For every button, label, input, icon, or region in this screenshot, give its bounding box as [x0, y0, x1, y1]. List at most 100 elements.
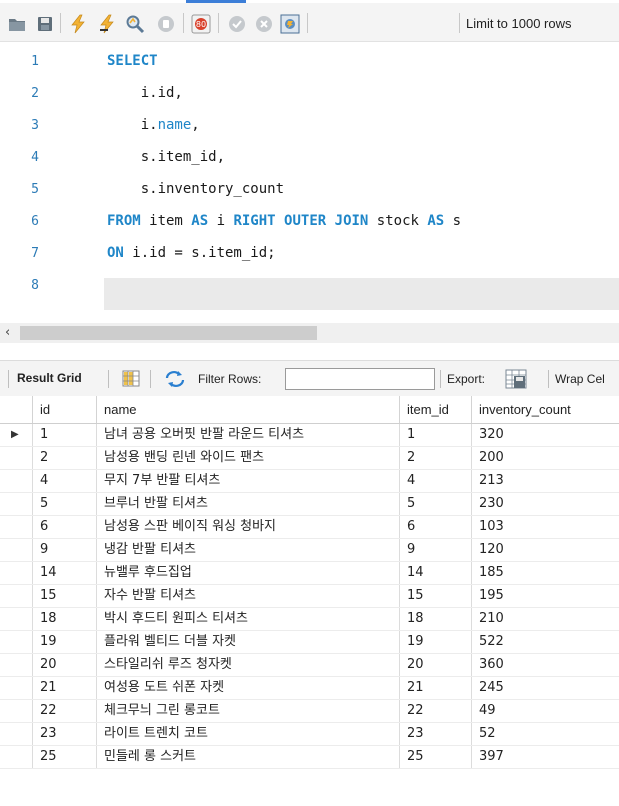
cell-name[interactable]: 남녀 공용 오버핏 반팔 라운드 티셔츠: [97, 424, 400, 446]
cell-item-id[interactable]: 20: [400, 654, 472, 676]
scrollbar-thumb[interactable]: [20, 326, 317, 340]
cell-id[interactable]: 6: [33, 516, 97, 538]
cell-inventory-count[interactable]: 120: [472, 539, 619, 561]
row-indicator[interactable]: [0, 746, 33, 768]
cell-item-id[interactable]: 1: [400, 424, 472, 446]
cell-id[interactable]: 22: [33, 700, 97, 722]
row-indicator[interactable]: [0, 723, 33, 745]
stop-icon[interactable]: [155, 13, 177, 35]
cell-inventory-count[interactable]: 195: [472, 585, 619, 607]
table-row[interactable]: 15 자수 반팔 티셔츠 15 195: [0, 585, 619, 608]
cell-name[interactable]: 자수 반팔 티셔츠: [97, 585, 400, 607]
cell-id[interactable]: 23: [33, 723, 97, 745]
cell-id[interactable]: 19: [33, 631, 97, 653]
cell-id[interactable]: 5: [33, 493, 97, 515]
cell-name[interactable]: 무지 7부 반팔 티셔츠: [97, 470, 400, 492]
table-row[interactable]: 18 박시 후드티 원피스 티셔츠 18 210: [0, 608, 619, 631]
autocommit-icon[interactable]: [279, 13, 301, 35]
cell-item-id[interactable]: 2: [400, 447, 472, 469]
filter-rows-input[interactable]: [285, 368, 435, 390]
cell-name[interactable]: 체크무늬 그린 롱코트: [97, 700, 400, 722]
cell-name[interactable]: 냉감 반팔 티셔츠: [97, 539, 400, 561]
wrap-cell-toggle[interactable]: Wrap Cel: [555, 372, 605, 386]
column-header[interactable]: item_id: [400, 396, 472, 423]
execute-icon[interactable]: [67, 13, 89, 35]
cell-inventory-count[interactable]: 360: [472, 654, 619, 676]
table-row[interactable]: 4 무지 7부 반팔 티셔츠 4 213: [0, 470, 619, 493]
cell-item-id[interactable]: 23: [400, 723, 472, 745]
cell-inventory-count[interactable]: 49: [472, 700, 619, 722]
table-row[interactable]: 23 라이트 트렌치 코트 23 52: [0, 723, 619, 746]
column-header[interactable]: id: [33, 396, 97, 423]
save-icon[interactable]: [34, 13, 56, 35]
cell-inventory-count[interactable]: 210: [472, 608, 619, 630]
column-header[interactable]: inventory_count: [472, 396, 619, 423]
row-indicator[interactable]: [0, 631, 33, 653]
cell-inventory-count[interactable]: 185: [472, 562, 619, 584]
table-row[interactable]: 5 브루너 반팔 티셔츠 5 230: [0, 493, 619, 516]
cell-name[interactable]: 남성용 밴딩 린넨 와이드 팬츠: [97, 447, 400, 469]
row-indicator[interactable]: [0, 447, 33, 469]
cell-id[interactable]: 2: [33, 447, 97, 469]
table-row[interactable]: 2 남성용 밴딩 린넨 와이드 팬츠 2 200: [0, 447, 619, 470]
row-indicator[interactable]: [0, 654, 33, 676]
current-row-indicator-icon[interactable]: ▶: [0, 424, 33, 446]
cell-id[interactable]: 15: [33, 585, 97, 607]
commit-icon[interactable]: [226, 13, 248, 35]
row-indicator[interactable]: [0, 470, 33, 492]
cell-inventory-count[interactable]: 522: [472, 631, 619, 653]
cell-name[interactable]: 브루너 반팔 티셔츠: [97, 493, 400, 515]
result-grid-tab[interactable]: Result Grid: [17, 371, 82, 385]
cell-name[interactable]: 민들레 롱 스커트: [97, 746, 400, 768]
folder-icon[interactable]: [6, 13, 28, 35]
cell-inventory-count[interactable]: 200: [472, 447, 619, 469]
scroll-left-icon[interactable]: ‹: [5, 325, 10, 340]
cell-item-id[interactable]: 14: [400, 562, 472, 584]
rollback-icon[interactable]: [253, 13, 275, 35]
table-row[interactable]: 14 뉴밸루 후드집업 14 185: [0, 562, 619, 585]
cell-id[interactable]: 4: [33, 470, 97, 492]
table-row[interactable]: 19 플라워 벨티드 더블 자켓 19 522: [0, 631, 619, 654]
cell-inventory-count[interactable]: 245: [472, 677, 619, 699]
cell-inventory-count[interactable]: 52: [472, 723, 619, 745]
export-icon[interactable]: [505, 369, 527, 393]
refresh-icon[interactable]: [164, 370, 186, 392]
cell-item-id[interactable]: 25: [400, 746, 472, 768]
row-indicator[interactable]: [0, 700, 33, 722]
cell-name[interactable]: 남성용 스판 베이직 워싱 청바지: [97, 516, 400, 538]
cell-id[interactable]: 18: [33, 608, 97, 630]
cell-item-id[interactable]: 21: [400, 677, 472, 699]
cell-name[interactable]: 스타일리쉬 루즈 청자켓: [97, 654, 400, 676]
cell-item-id[interactable]: 19: [400, 631, 472, 653]
cell-inventory-count[interactable]: 103: [472, 516, 619, 538]
cell-inventory-count[interactable]: 213: [472, 470, 619, 492]
cell-inventory-count[interactable]: 230: [472, 493, 619, 515]
cell-name[interactable]: 박시 후드티 원피스 티셔츠: [97, 608, 400, 630]
horizontal-scrollbar[interactable]: ‹: [0, 323, 619, 343]
row-indicator[interactable]: [0, 493, 33, 515]
cell-id[interactable]: 21: [33, 677, 97, 699]
cell-item-id[interactable]: 4: [400, 470, 472, 492]
table-row[interactable]: ▶ 1 남녀 공용 오버핏 반팔 라운드 티셔츠 1 320: [0, 424, 619, 447]
column-header[interactable]: name: [97, 396, 400, 423]
cell-item-id[interactable]: 18: [400, 608, 472, 630]
execute-current-icon[interactable]: [96, 13, 118, 35]
row-indicator[interactable]: [0, 539, 33, 561]
cell-name[interactable]: 플라워 벨티드 더블 자켓: [97, 631, 400, 653]
row-indicator[interactable]: [0, 677, 33, 699]
cell-id[interactable]: 14: [33, 562, 97, 584]
cell-inventory-count[interactable]: 320: [472, 424, 619, 446]
table-row[interactable]: 22 체크무늬 그린 롱코트 22 49: [0, 700, 619, 723]
cell-item-id[interactable]: 15: [400, 585, 472, 607]
cell-id[interactable]: 1: [33, 424, 97, 446]
row-indicator[interactable]: [0, 562, 33, 584]
table-row[interactable]: 21 여성용 도트 쉬폰 자켓 21 245: [0, 677, 619, 700]
cell-item-id[interactable]: 22: [400, 700, 472, 722]
table-row[interactable]: 20 스타일리쉬 루즈 청자켓 20 360: [0, 654, 619, 677]
grid-columns-icon[interactable]: [122, 370, 140, 391]
cell-id[interactable]: 20: [33, 654, 97, 676]
cell-name[interactable]: 여성용 도트 쉬폰 자켓: [97, 677, 400, 699]
cell-item-id[interactable]: 6: [400, 516, 472, 538]
table-row[interactable]: 6 남성용 스판 베이직 워싱 청바지 6 103: [0, 516, 619, 539]
row-indicator[interactable]: [0, 516, 33, 538]
